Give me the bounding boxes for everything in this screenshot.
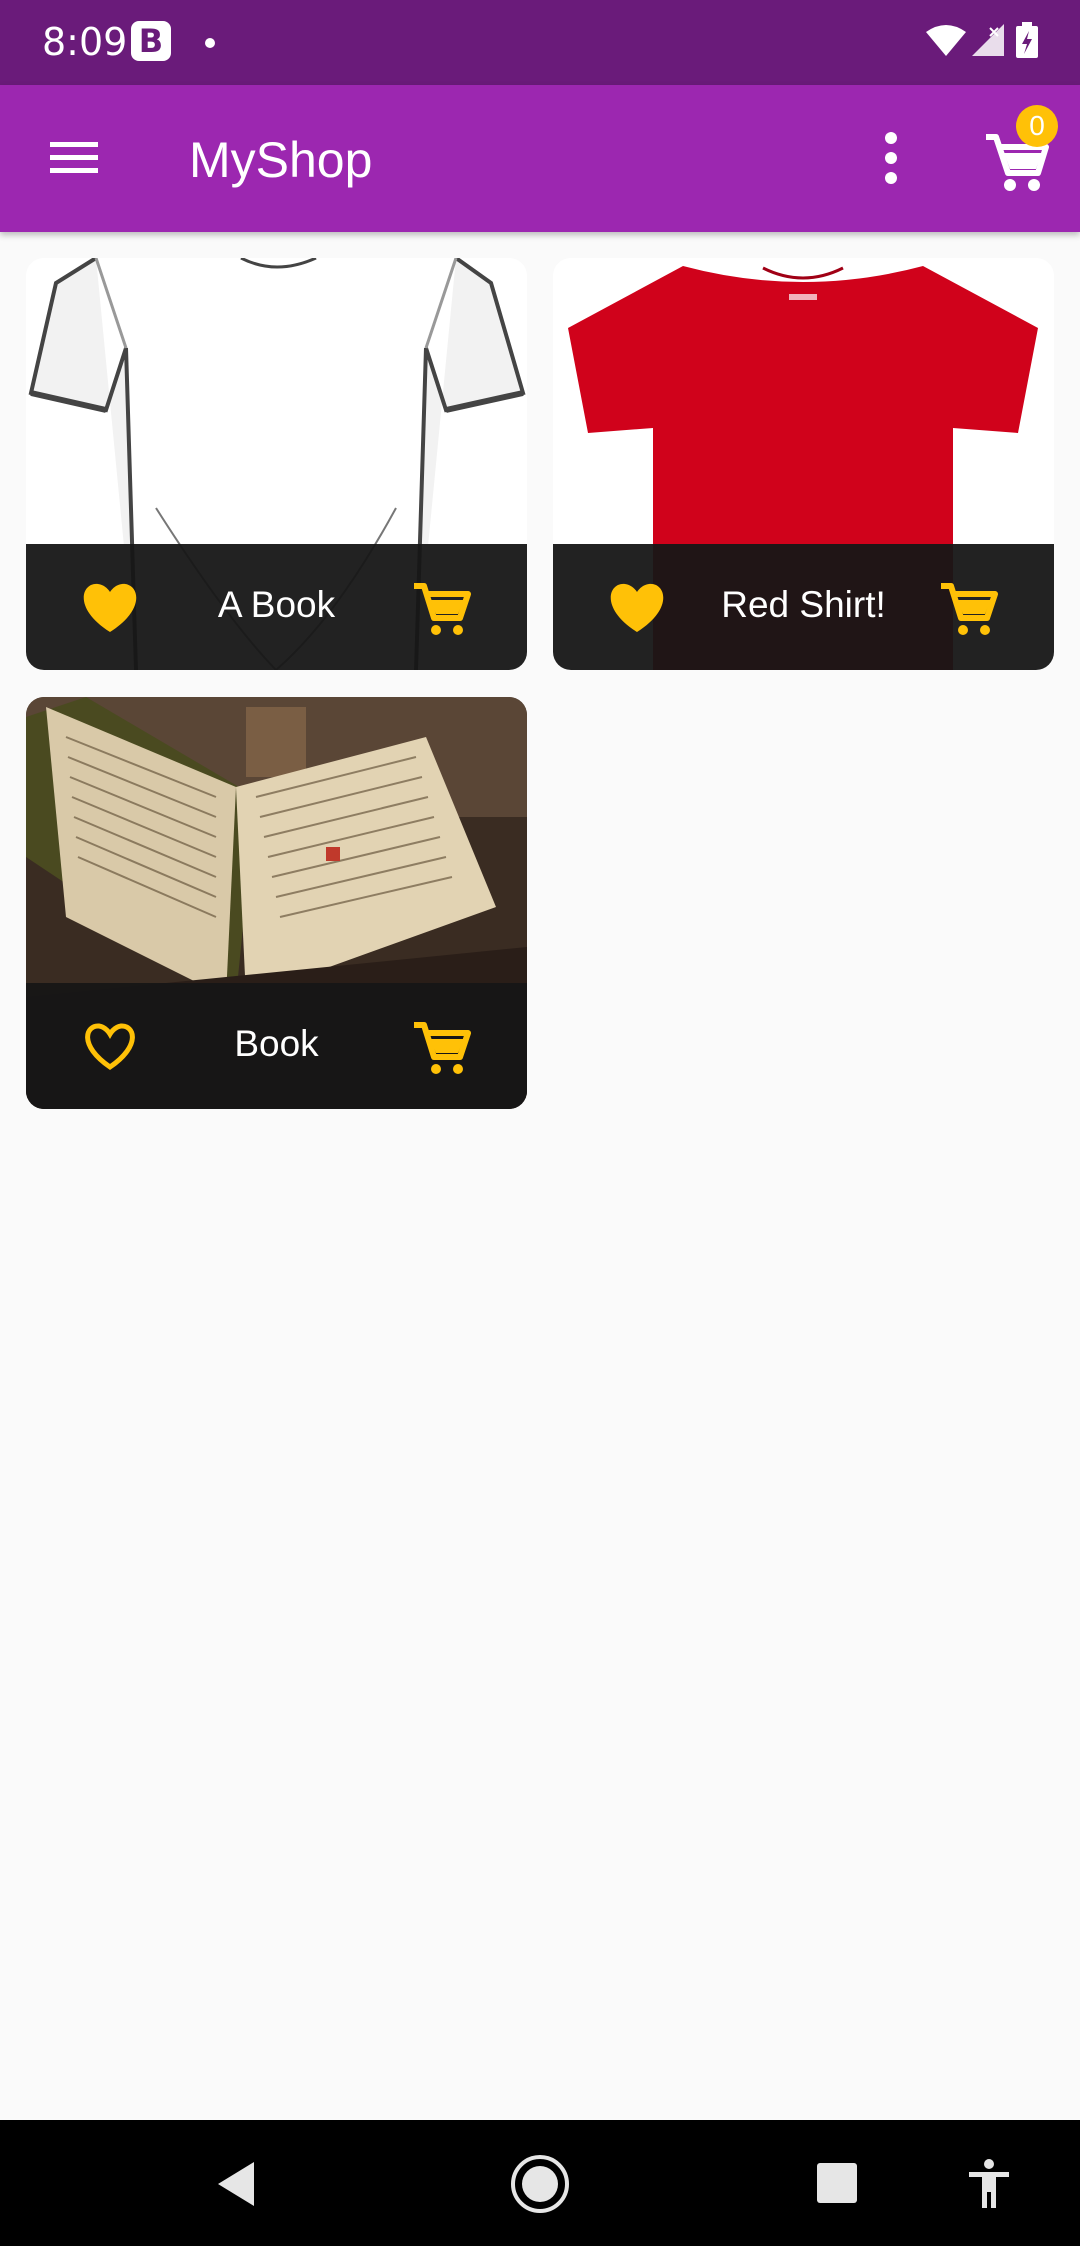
battery-charging-icon — [1016, 22, 1038, 58]
menu-icon[interactable] — [48, 138, 100, 178]
system-nav-bar — [0, 2120, 1080, 2246]
product-title: Book — [234, 1023, 319, 1064]
product-title: Red Shirt! — [721, 584, 886, 625]
recents-icon[interactable] — [816, 2162, 858, 2204]
card-footer: Red Shirt! — [553, 544, 1054, 670]
wifi-icon — [926, 25, 966, 56]
product-title: A Book — [217, 584, 336, 625]
overflow-menu-icon[interactable] — [869, 128, 913, 188]
notification-app-icon: B — [131, 21, 171, 61]
status-icons — [926, 22, 1038, 58]
notification-dot — [205, 38, 215, 48]
card-footer: A Book — [26, 544, 527, 670]
add-to-cart-icon[interactable] — [410, 1017, 472, 1079]
add-to-cart-icon[interactable] — [937, 578, 999, 640]
card-footer: Book — [26, 983, 527, 1109]
signal-icon — [972, 24, 1004, 56]
product-card[interactable]: Book — [26, 697, 527, 1109]
heart-filled-icon[interactable] — [607, 580, 667, 636]
heart-filled-icon[interactable] — [80, 580, 140, 636]
home-icon[interactable] — [509, 2153, 571, 2215]
app-bar: MyShop 0 — [0, 85, 1080, 232]
product-card[interactable]: Red Shirt! — [553, 258, 1054, 670]
status-time: 8:09 — [42, 20, 128, 64]
product-card[interactable]: A Book — [26, 258, 527, 670]
app-title: MyShop — [189, 132, 373, 188]
add-to-cart-icon[interactable] — [410, 578, 472, 640]
cart-count-badge: 0 — [1016, 105, 1058, 147]
heart-outline-icon[interactable] — [80, 1019, 140, 1075]
status-bar: 8:09 B — [0, 0, 1080, 85]
back-icon[interactable] — [214, 2160, 258, 2208]
accessibility-icon[interactable] — [966, 2158, 1012, 2210]
